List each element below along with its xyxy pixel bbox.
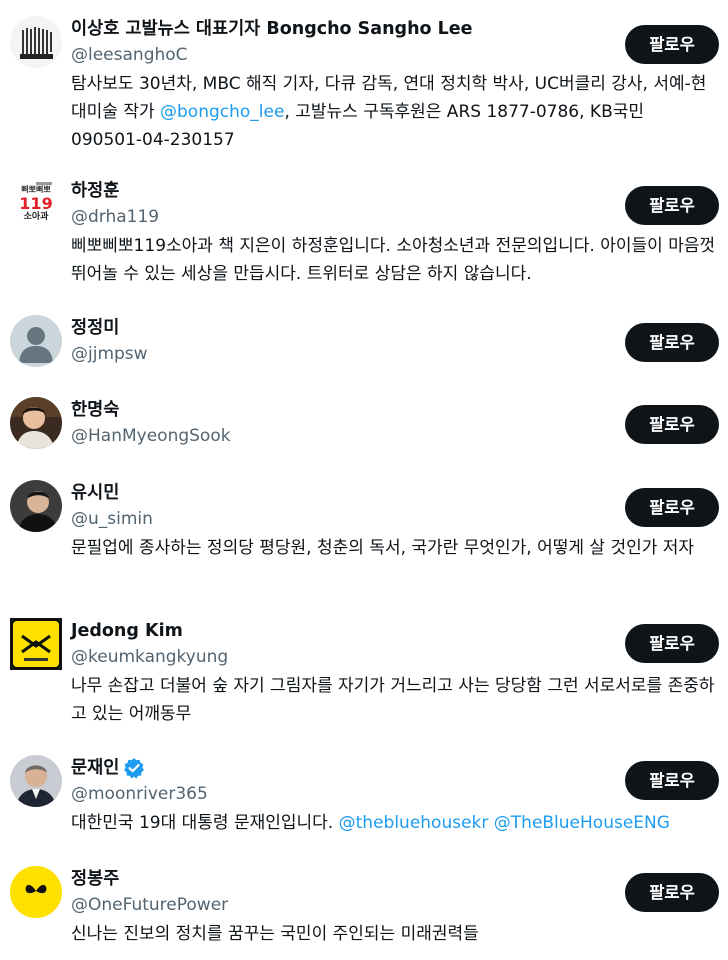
- user-name-text[interactable]: 한명숙: [71, 397, 119, 423]
- user-name-text[interactable]: 하정훈: [71, 178, 119, 204]
- user-name-text[interactable]: 정봉주: [71, 866, 119, 892]
- user-row[interactable]: 유시민 @u_simin 문필업에 종사하는 정의당 평당원, 청춘의 독서, …: [0, 480, 728, 590]
- user-avatar[interactable]: [10, 16, 62, 68]
- user-name-text[interactable]: Jedong Kim: [71, 618, 183, 644]
- follow-button[interactable]: 팔로우: [625, 873, 719, 912]
- user-row[interactable]: 정정미 @jjmpsw 팔로우: [0, 315, 728, 375]
- user-handle[interactable]: @leesanghoC: [71, 43, 188, 67]
- user-bio: 신나는 진보의 정치를 꿈꾸는 국민이 주인되는 미래권력들: [71, 924, 479, 944]
- user-name[interactable]: 유시민: [71, 480, 119, 506]
- follow-button[interactable]: 팔로우: [625, 25, 719, 64]
- user-avatar[interactable]: [10, 315, 62, 367]
- user-row[interactable]: 문재인 @moonriver365 대한민국 19대 대통령 문재인입니다. @…: [0, 755, 728, 845]
- user-handle[interactable]: @OneFuturePower: [71, 893, 228, 917]
- user-row[interactable]: 한명숙 @HanMyeongSook 팔로우: [0, 397, 728, 457]
- user-name-text[interactable]: 유시민: [71, 480, 119, 506]
- mention-link[interactable]: @thebluehousekr: [339, 813, 489, 833]
- user-row[interactable]: 삐뽀삐뽀 119 소아과 하정훈 @drha119 삐뽀삐뽀119소아과 책 지…: [0, 178, 728, 298]
- user-avatar[interactable]: [10, 397, 62, 449]
- user-handle[interactable]: @u_simin: [71, 507, 153, 531]
- user-avatar[interactable]: [10, 755, 62, 807]
- user-name[interactable]: 하정훈: [71, 178, 119, 204]
- avatar-text: 소아과: [23, 212, 49, 222]
- user-name-text[interactable]: 이상호 고발뉴스 대표기자 Bongcho Sangho Lee: [71, 16, 473, 42]
- user-handle[interactable]: @jjmpsw: [71, 342, 148, 366]
- user-name[interactable]: 이상호 고발뉴스 대표기자 Bongcho Sangho Lee: [71, 16, 473, 42]
- user-row[interactable]: Jedong Kim @keumkangkyung 나무 손잡고 더불어 숲 자…: [0, 618, 728, 728]
- user-name[interactable]: 정정미: [71, 315, 119, 341]
- mention-link[interactable]: @bongcho_lee: [160, 102, 284, 122]
- user-avatar[interactable]: [10, 866, 62, 918]
- follow-button[interactable]: 팔로우: [625, 186, 719, 225]
- follow-button[interactable]: 팔로우: [625, 761, 719, 800]
- default-avatar-icon: [10, 315, 62, 367]
- user-bio: 나무 손잡고 더불어 숲 자기 그림자를 자기가 거느리고 사는 당당함 그런 …: [71, 676, 715, 724]
- user-name[interactable]: Jedong Kim: [71, 618, 183, 644]
- user-name-text[interactable]: 정정미: [71, 315, 119, 341]
- avatar-text: 119: [19, 194, 53, 213]
- user-avatar[interactable]: 삐뽀삐뽀 119 소아과: [10, 178, 62, 230]
- user-handle[interactable]: @HanMyeongSook: [71, 424, 231, 448]
- user-bio: 문필업에 종사하는 정의당 평당원, 청춘의 독서, 국가란 무엇인가, 어떻게…: [71, 538, 695, 558]
- user-bio: 탐사보도 30년차, MBC 해직 기자, 다큐 감독, 연대 정치학 박사, …: [71, 74, 707, 150]
- user-row[interactable]: 정봉주 @OneFuturePower 신나는 진보의 정치를 꿈꾸는 국민이 …: [0, 866, 728, 960]
- verified-badge-icon: [123, 757, 145, 779]
- user-avatar[interactable]: [10, 618, 62, 670]
- user-name[interactable]: 정봉주: [71, 866, 119, 892]
- user-handle[interactable]: @drha119: [71, 205, 159, 229]
- user-name[interactable]: 한명숙: [71, 397, 119, 423]
- follow-button[interactable]: 팔로우: [625, 488, 719, 527]
- user-handle[interactable]: @moonriver365: [71, 782, 208, 806]
- user-name-text[interactable]: 문재인: [71, 755, 119, 781]
- user-handle[interactable]: @keumkangkyung: [71, 645, 228, 669]
- follow-button[interactable]: 팔로우: [625, 405, 719, 444]
- mention-link[interactable]: @TheBlueHouseENG: [494, 813, 670, 833]
- avatar-text: 삐뽀삐뽀: [21, 185, 51, 194]
- user-bio: 대한민국 19대 대통령 문재인입니다. @thebluehousekr @Th…: [71, 813, 670, 833]
- user-bio: 삐뽀삐뽀119소아과 책 지은이 하정훈입니다. 소아청소년과 전문의입니다. …: [71, 236, 716, 284]
- follow-button[interactable]: 팔로우: [625, 624, 719, 663]
- user-row[interactable]: 이상호 고발뉴스 대표기자 Bongcho Sangho Lee @leesan…: [0, 16, 728, 156]
- user-avatar[interactable]: [10, 480, 62, 532]
- user-name[interactable]: 문재인: [71, 755, 145, 781]
- follow-button[interactable]: 팔로우: [625, 323, 719, 362]
